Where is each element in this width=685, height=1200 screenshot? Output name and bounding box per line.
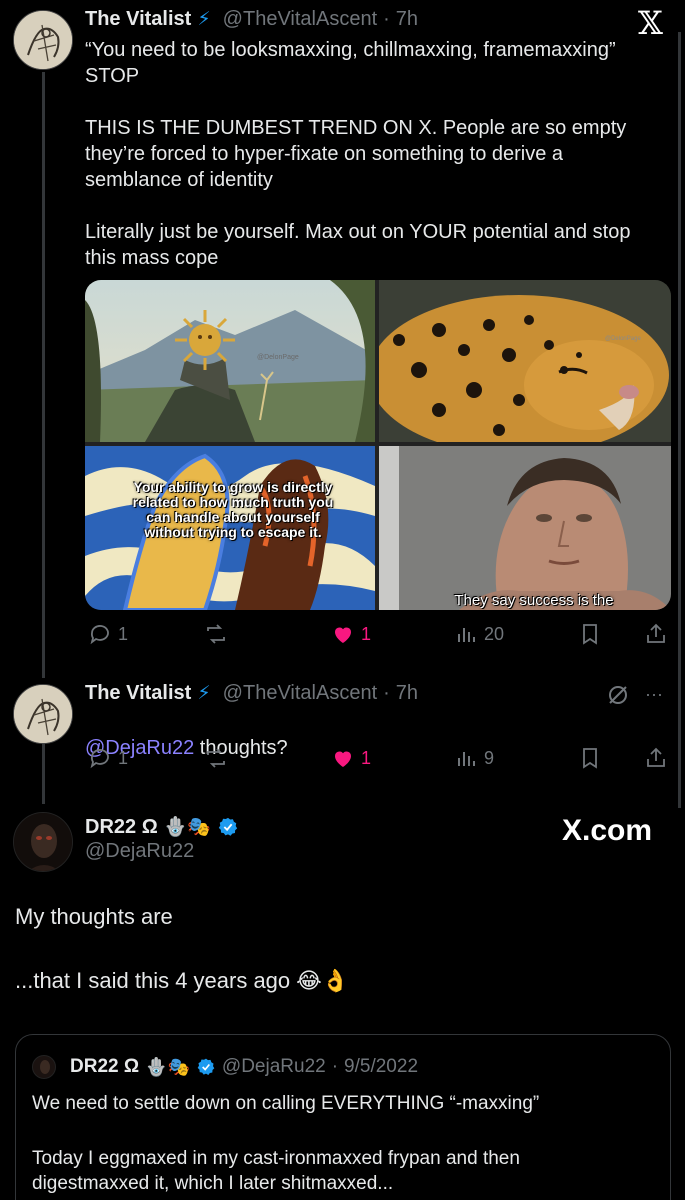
media-grid[interactable]: @DelonPage @DelonPage Your ability to gr… [85,280,671,610]
heart-icon [335,751,351,767]
reply-button[interactable]: 1 [88,622,128,646]
bookmark-button[interactable] [578,746,602,770]
like-button[interactable]: 1 [331,746,371,770]
tweet-text-line2: ...that I said this 4 years ago [15,968,291,993]
more-options-button[interactable]: ··· [645,684,663,705]
reply-count: 1 [118,747,129,768]
bookmark-icon [583,748,597,769]
analytics-icon [458,628,475,642]
scroll-edge [678,32,681,808]
quoted-text-line2: Today I eggmaxed in my cast-ironmaxxed f… [32,1148,520,1194]
image-caption: Your ability to grow is directly related… [132,479,334,540]
quoted-author-name[interactable]: DR22 Ω [70,1056,139,1078]
laugh-ok-emojis: 😂👌 [296,968,350,993]
author-handle[interactable]: @TheVitalAscent [223,682,377,705]
image-caption: They say success is the [454,592,614,609]
retweet-icon [207,624,225,644]
timestamp[interactable]: 7h [396,682,418,705]
share-icon [647,747,665,767]
separator-dot: · [383,682,390,704]
quote-tweet-card[interactable]: DR22 Ω 🪬🎭 @DejaRu22 · 9/5/2022 We need t… [15,1034,671,1200]
share-button[interactable] [644,622,668,646]
analytics-icon [458,752,475,766]
image-watermark: @DelonPage [257,354,299,361]
media-image-quote[interactable]: Your ability to grow is directly related… [85,446,375,610]
author-handle[interactable]: @DejaRu22 [85,840,194,863]
reply-count: 1 [118,623,129,644]
lightning-emoji: ⚡ [197,9,211,30]
media-image-leopard[interactable]: @DelonPage [379,280,671,442]
avatar[interactable] [13,684,73,744]
reply-icon [90,749,109,769]
tweet-text: “You need to be looksmaxxing, chillmaxxi… [85,39,631,269]
bookmark-button[interactable] [578,622,602,646]
quoted-text-line1: We need to settle down on calling EVERYT… [32,1093,540,1114]
quoted-author-handle[interactable]: @DejaRu22 [222,1056,326,1078]
view-count: 9 [484,747,495,768]
timestamp[interactable]: 7h [396,8,418,31]
author-name[interactable]: The Vitalist [85,682,191,705]
share-icon [647,623,665,643]
grok-icon[interactable] [606,683,630,712]
view-count: 20 [484,623,505,644]
image-watermark: @DelonPage [605,336,641,342]
retweet-icon [207,748,225,768]
like-count: 1 [361,623,372,644]
reply-icon [90,625,109,645]
heart-icon [335,627,351,643]
thread-line [42,72,45,678]
views-button[interactable]: 9 [454,746,494,770]
reply-button[interactable]: 1 [88,746,128,770]
media-image-sun-man[interactable]: @DelonPage [85,280,375,442]
profile-emojis: 🪬🎭 [145,1056,190,1077]
like-button[interactable]: 1 [331,622,371,646]
x-com-watermark: X.com [562,814,653,847]
separator-dot: · [331,1056,339,1077]
media-image-portrait[interactable]: They say success is the [379,446,671,610]
avatar[interactable] [32,1055,56,1079]
retweet-button[interactable] [204,746,228,770]
bookmark-icon [583,624,597,645]
verified-badge-icon [197,1058,215,1075]
share-button[interactable] [644,746,668,770]
lightning-emoji: ⚡ [197,683,211,704]
separator-dot: · [383,8,390,30]
like-count: 1 [361,747,372,768]
author-name[interactable]: DR22 Ω [85,816,158,839]
retweet-button[interactable] [204,622,228,646]
profile-emojis: 🪬🎭 [163,817,212,838]
views-button[interactable]: 20 [454,622,504,646]
author-handle[interactable]: @TheVitalAscent [223,8,377,31]
author-name[interactable]: The Vitalist [85,8,191,31]
thread-line [42,742,45,804]
avatar[interactable] [13,812,73,872]
tweet-text-line1: My thoughts are [15,904,173,929]
verified-badge-icon [218,817,238,836]
quoted-date[interactable]: 9/5/2022 [344,1056,418,1078]
avatar[interactable] [13,10,73,70]
